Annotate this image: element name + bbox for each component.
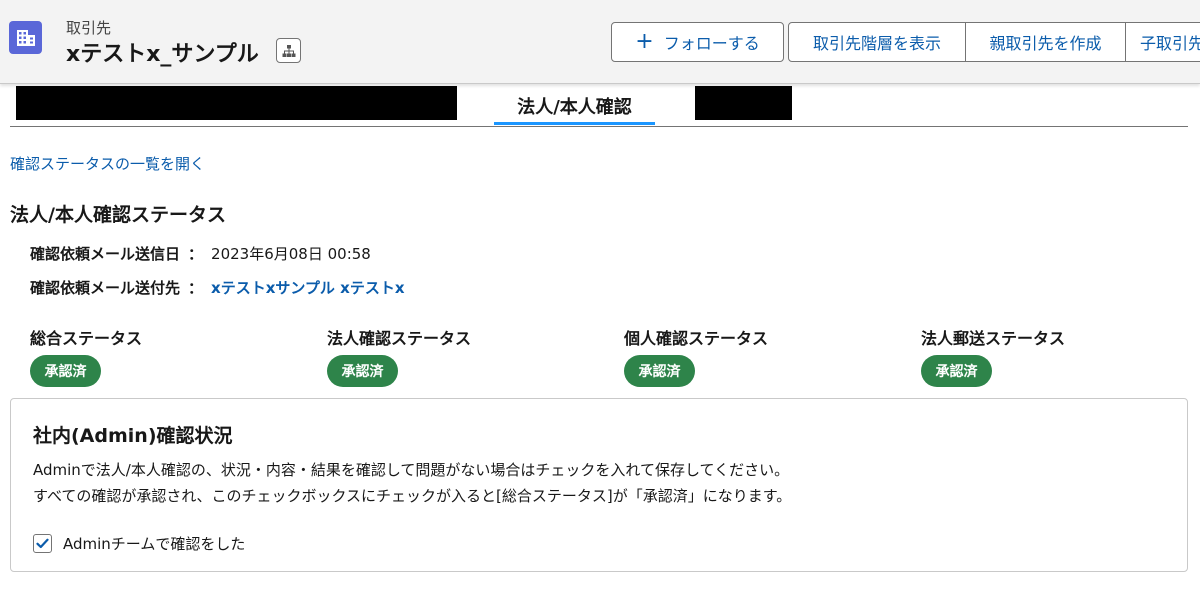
- redacted-tab: [16, 86, 457, 120]
- field-recipient: 確認依頼メール送付先 ： xテストxサンプル xテストx: [30, 277, 405, 298]
- status-overall: 総合ステータス 承認済: [30, 325, 142, 387]
- hierarchy-icon: [282, 44, 295, 57]
- status-label: 法人郵送ステータス: [921, 329, 1066, 348]
- hierarchy-button[interactable]: [276, 38, 301, 63]
- field-label: 確認依頼メール送信日: [30, 245, 181, 263]
- status-badge: 承認済: [327, 355, 398, 387]
- field-value: 2023年6月08日 00:58: [211, 245, 371, 263]
- create-child-account-button[interactable]: 子取引先: [1125, 22, 1200, 62]
- section-title: 法人/本人確認ステータス: [10, 204, 226, 226]
- recipient-link[interactable]: xテストxサンプル xテストx: [211, 277, 404, 298]
- active-tab-indicator: [494, 122, 655, 125]
- status-individual: 個人確認ステータス 承認済: [624, 325, 768, 387]
- card-title: 社内(Admin)確認状況: [33, 425, 233, 447]
- status-postal: 法人郵送ステータス 承認済: [921, 325, 1065, 387]
- status-badge: 承認済: [624, 355, 695, 387]
- building-grid-icon: [9, 21, 42, 54]
- status-corporate: 法人確認ステータス 承認済: [327, 325, 471, 387]
- object-type-label: 取引先: [66, 19, 112, 37]
- record-name: xテストx_サンプル: [66, 42, 259, 67]
- card-description-line-2: すべての確認が承認され、このチェックボックスにチェックが入ると[総合ステータス]…: [33, 487, 792, 505]
- view-hierarchy-button[interactable]: 取引先階層を表示: [788, 22, 966, 62]
- status-label: 法人確認ステータス: [327, 329, 472, 348]
- status-label: 総合ステータス: [30, 329, 143, 348]
- action-button-group: 取引先階層を表示 親取引先を作成 子取引先: [788, 22, 1200, 62]
- tab-identity-verification[interactable]: 法人/本人確認: [494, 86, 655, 126]
- follow-button[interactable]: + フォローする: [611, 22, 784, 62]
- status-badge: 承認済: [30, 355, 101, 387]
- field-separator: ：: [188, 245, 204, 263]
- open-status-list-link[interactable]: 確認ステータスの一覧を開く: [10, 153, 205, 174]
- field-label: 確認依頼メール送付先: [30, 279, 181, 297]
- record-header: 取引先 xテストx_サンプル + フォローする 取引先階層を表示 親取引先を作成…: [0, 0, 1200, 84]
- admin-checked-checkbox[interactable]: [33, 534, 52, 553]
- create-parent-account-button[interactable]: 親取引先を作成: [965, 22, 1126, 62]
- status-label: 個人確認ステータス: [624, 329, 769, 348]
- field-separator: ：: [188, 279, 204, 297]
- field-sent-date: 確認依頼メール送信日 ： 2023年6月08日 00:58: [30, 243, 371, 264]
- redacted-tab: [695, 86, 792, 120]
- admin-check-card: 社内(Admin)確認状況 Adminで法人/本人確認の、状況・内容・結果を確認…: [10, 398, 1188, 572]
- plus-icon: +: [635, 29, 654, 54]
- status-badge: 承認済: [921, 355, 992, 387]
- card-description-line-1: Adminで法人/本人確認の、状況・内容・結果を確認して問題がない場合はチェック…: [33, 461, 790, 479]
- checkbox-label[interactable]: Adminチームで確認をした: [63, 533, 245, 554]
- checkmark-icon: [36, 538, 49, 549]
- follow-label: フォローする: [663, 34, 760, 53]
